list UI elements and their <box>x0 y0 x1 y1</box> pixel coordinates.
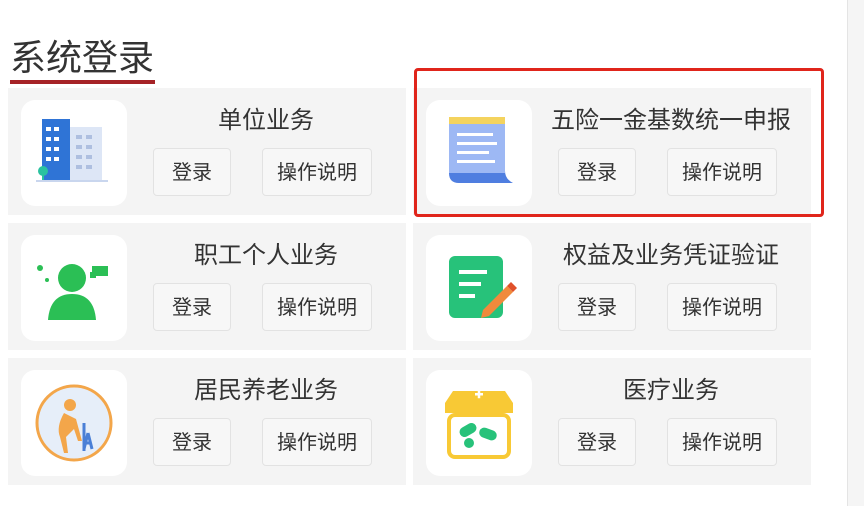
title-underline <box>10 80 155 84</box>
instructions-button[interactable]: 操作说明 <box>667 283 777 331</box>
service-name: 单位业务 <box>218 106 314 134</box>
service-name: 职工个人业务 <box>194 241 338 269</box>
login-button[interactable]: 登录 <box>153 418 231 466</box>
service-card-resident-pension: 居民养老业务 登录 操作说明 <box>8 358 406 485</box>
login-button[interactable]: 登录 <box>153 283 231 331</box>
vertical-scrollbar[interactable] <box>847 0 864 506</box>
office-building-icon <box>21 100 127 206</box>
pharmacy-icon <box>426 370 532 476</box>
login-button[interactable]: 登录 <box>558 148 636 196</box>
instructions-button[interactable]: 操作说明 <box>262 283 372 331</box>
instructions-button[interactable]: 操作说明 <box>262 418 372 466</box>
instructions-button[interactable]: 操作说明 <box>667 418 777 466</box>
instructions-button[interactable]: 操作说明 <box>667 148 777 196</box>
person-chat-icon <box>21 235 127 341</box>
login-button[interactable]: 登录 <box>558 418 636 466</box>
service-name: 五险一金基数统一申报 <box>551 106 791 134</box>
login-button[interactable]: 登录 <box>558 283 636 331</box>
service-card-medical: 医疗业务 登录 操作说明 <box>413 358 811 485</box>
service-name: 居民养老业务 <box>194 376 338 404</box>
service-card-unit-business: 单位业务 登录 操作说明 <box>8 88 406 215</box>
document-scroll-icon <box>426 100 532 206</box>
service-card-insurance-base-declaration: 五险一金基数统一申报 登录 操作说明 <box>413 88 811 215</box>
instructions-button[interactable]: 操作说明 <box>262 148 372 196</box>
service-name: 权益及业务凭证验证 <box>563 241 779 269</box>
service-name: 医疗业务 <box>623 376 719 404</box>
service-card-employee-personal: 职工个人业务 登录 操作说明 <box>8 223 406 350</box>
service-card-rights-voucher-verification: 权益及业务凭证验证 登录 操作说明 <box>413 223 811 350</box>
elderly-care-icon <box>21 370 127 476</box>
login-button[interactable]: 登录 <box>153 148 231 196</box>
page-title: 系统登录 <box>10 38 155 79</box>
note-pencil-icon <box>426 235 532 341</box>
